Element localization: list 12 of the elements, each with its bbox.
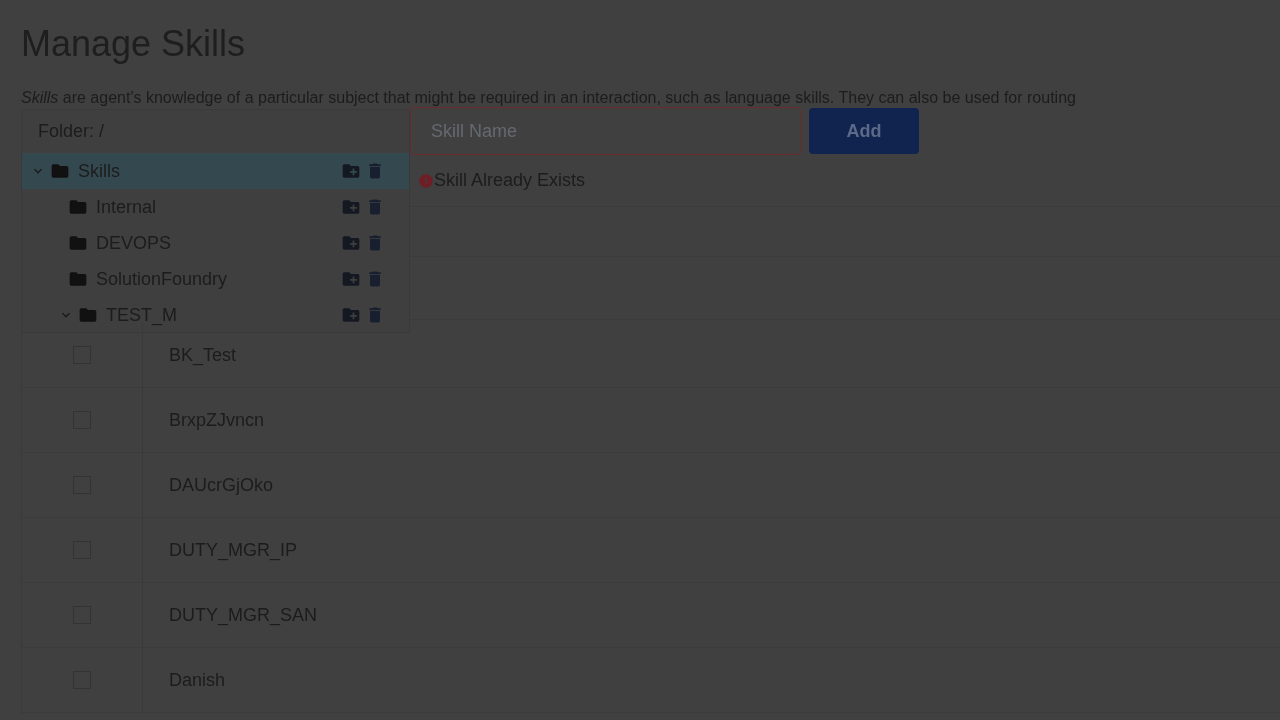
new-folder-icon[interactable]: [341, 269, 361, 289]
folder-icon: [68, 197, 88, 217]
folder-icon: [78, 305, 98, 325]
new-folder-icon[interactable]: [341, 305, 361, 325]
folder-icon: [50, 161, 70, 181]
new-folder-icon[interactable]: [341, 197, 361, 217]
folder-icon: [68, 269, 88, 289]
error-icon: [418, 172, 434, 189]
folder-icon: [68, 233, 88, 253]
new-folder-icon[interactable]: [341, 161, 361, 181]
new-folder-icon[interactable]: [341, 233, 361, 253]
add-button[interactable]: Add: [809, 108, 919, 154]
